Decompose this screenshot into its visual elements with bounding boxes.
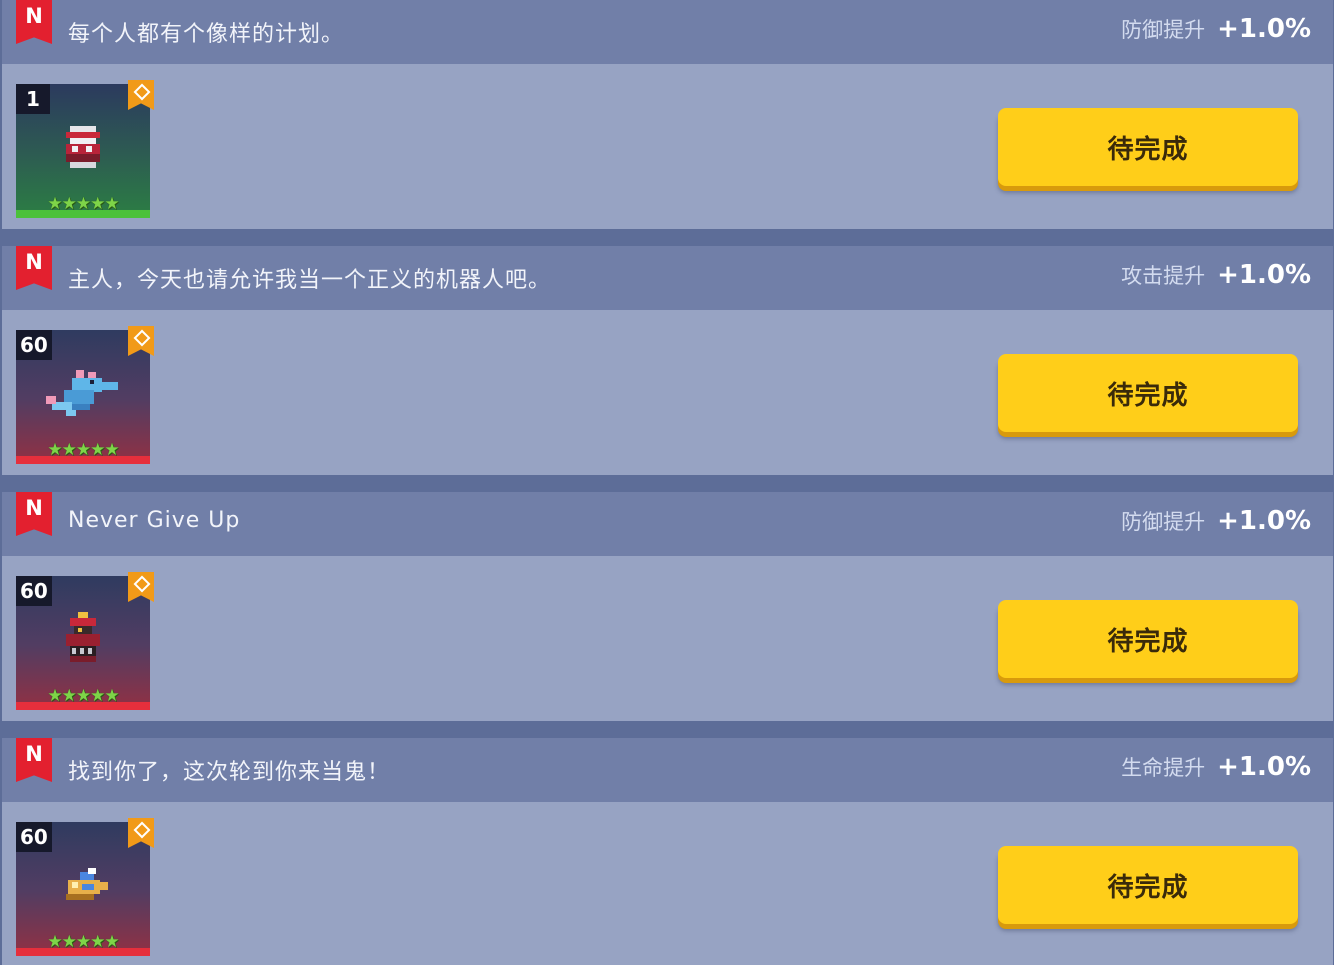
card-header: N 每个人都有个像样的计划。 防御提升 +1.0% (2, 0, 1333, 64)
item-card: N 每个人都有个像样的计划。 防御提升 +1.0% 1 ★★★★★ 待完成 (2, 0, 1333, 229)
bonus-value: +1.0% (1217, 260, 1311, 290)
level-tag: 60 (16, 330, 52, 360)
bonus-value: +1.0% (1217, 506, 1311, 536)
pending-button[interactable]: 待完成 (998, 354, 1298, 432)
pending-button[interactable]: 待完成 (998, 108, 1298, 186)
level-tag: 60 (16, 822, 52, 852)
bonus-stat: 生命提升 +1.0% (1121, 752, 1311, 782)
item-tile[interactable]: 60 ★★★★★ (16, 818, 154, 956)
item-card: N 找到你了，这次轮到你来当鬼！ 生命提升 +1.0% 60 ★★★★★ 待完成 (2, 738, 1333, 965)
star-rating: ★★★★★ (47, 194, 119, 214)
item-tile[interactable]: 1 ★★★★★ (16, 80, 154, 218)
pending-button[interactable]: 待完成 (998, 600, 1298, 678)
level-tag: 60 (16, 576, 52, 606)
card-header: N 找到你了，这次轮到你来当鬼！ 生命提升 +1.0% (2, 738, 1333, 802)
bonus-stat: 防御提升 +1.0% (1121, 506, 1311, 536)
badge-letter: N (25, 4, 43, 28)
item-tile[interactable]: 60 ★★★★★ (16, 326, 154, 464)
rarity-badge: N (16, 738, 52, 782)
bonus-label: 防御提升 (1121, 510, 1206, 534)
badge-letter: N (25, 250, 43, 274)
star-rating: ★★★★★ (47, 440, 119, 460)
star-rating: ★★★★★ (47, 932, 119, 952)
bonus-label: 生命提升 (1121, 756, 1206, 780)
rarity-badge: N (16, 492, 52, 536)
item-quote: 每个人都有个像样的计划。 (68, 22, 345, 47)
item-card: N Never Give Up 防御提升 +1.0% 60 ★★★★★ 待完成 (2, 492, 1333, 721)
star-rating: ★★★★★ (47, 686, 119, 706)
item-quote: Never Give Up (68, 508, 241, 533)
bonus-value: +1.0% (1217, 752, 1311, 782)
item-tile[interactable]: 60 ★★★★★ (16, 572, 154, 710)
level-tag: 1 (16, 84, 50, 114)
bonus-value: +1.0% (1217, 14, 1311, 44)
item-quote: 找到你了，这次轮到你来当鬼！ (68, 760, 391, 785)
bonus-stat: 防御提升 +1.0% (1121, 14, 1311, 44)
item-quote: 主人，今天也请允许我当一个正义的机器人吧。 (68, 268, 552, 293)
badge-letter: N (25, 742, 43, 766)
pending-button[interactable]: 待完成 (998, 846, 1298, 924)
item-card: N 主人，今天也请允许我当一个正义的机器人吧。 攻击提升 +1.0% 60 ★★★… (2, 246, 1333, 475)
rarity-badge: N (16, 246, 52, 290)
bonus-label: 防御提升 (1121, 18, 1206, 42)
rarity-badge: N (16, 0, 52, 44)
card-header: N 主人，今天也请允许我当一个正义的机器人吧。 攻击提升 +1.0% (2, 246, 1333, 310)
bonus-label: 攻击提升 (1121, 264, 1206, 288)
card-header: N Never Give Up 防御提升 +1.0% (2, 492, 1333, 556)
badge-letter: N (25, 496, 43, 520)
bonus-stat: 攻击提升 +1.0% (1121, 260, 1311, 290)
